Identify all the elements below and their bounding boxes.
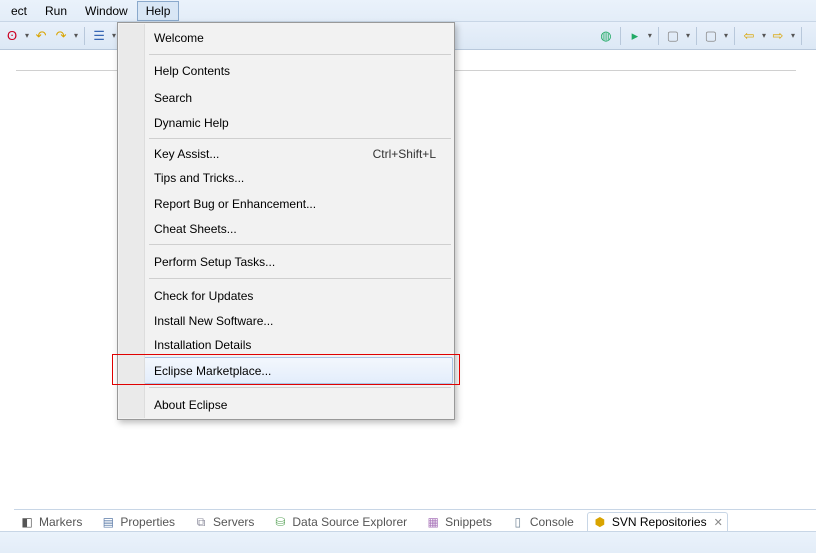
menu-item-tips-tricks[interactable]: Tips and Tricks... [119,166,453,190]
back-icon[interactable]: ⇦ [741,28,757,44]
tab-svn-repositories[interactable]: ⬢ SVN Repositories ✕ [587,512,728,532]
menu-item-installation-details[interactable]: Installation Details [119,333,453,357]
menu-item-search[interactable]: ✦ Search [119,84,453,111]
close-icon[interactable]: ✕ [714,516,723,529]
menu-item-perform-setup[interactable]: ✦ Perform Setup Tasks... [119,248,453,275]
menubar-item-window[interactable]: Window [76,1,137,21]
menu-separator [149,138,451,139]
list-icon[interactable]: ☰ [91,28,107,44]
menu-item-report-bug[interactable]: ✱ Report Bug or Enhancement... [119,190,453,217]
menu-item-install-software[interactable]: Install New Software... [119,309,453,333]
forward-icon[interactable]: ⇨ [770,28,786,44]
datasource-icon: ⛁ [272,514,288,530]
tab-console[interactable]: ▯ Console [505,512,579,532]
servers-icon: ⧉ [193,514,209,530]
menu-item-welcome[interactable]: ✳ Welcome [119,24,453,51]
properties-icon: ▤ [100,514,116,530]
tab-snippets[interactable]: ▦ Snippets [420,512,497,532]
bottom-view-tabs: ◧ Markers ▤ Properties ⧉ Servers ⛁ Data … [14,509,816,531]
markers-icon: ◧ [19,514,35,530]
menu-item-key-assist[interactable]: Key Assist... Ctrl+Shift+L [119,142,453,166]
snippets-icon: ▦ [425,514,441,530]
menu-item-help-contents[interactable]: ? Help Contents [119,58,453,84]
menu-item-about-eclipse[interactable]: ◉ About Eclipse [119,391,453,418]
debug-icon[interactable]: ʘ [4,28,20,44]
menubar: ect Run Window Help [0,0,816,22]
help-menu-dropdown: ✳ Welcome ? Help Contents ✦ Search Dynam… [117,22,455,420]
menu-item-eclipse-marketplace[interactable]: ⬢ Eclipse Marketplace... [119,357,453,384]
menu-item-cheat-sheets[interactable]: Cheat Sheets... [119,217,453,241]
menu-item-dynamic-help[interactable]: Dynamic Help [119,111,453,135]
menu-item-check-updates[interactable]: ✦ Check for Updates [119,282,453,309]
console-icon: ▯ [510,514,526,530]
menubar-item-run[interactable]: Run [36,1,76,21]
menu-separator [149,54,451,55]
tab-markers[interactable]: ◧ Markers [14,512,87,532]
tab-servers[interactable]: ⧉ Servers [188,512,259,532]
tab-properties[interactable]: ▤ Properties [95,512,180,532]
open-type-icon[interactable]: ▢ [703,28,719,44]
menubar-item-project[interactable]: ect [2,1,36,21]
new-file-icon[interactable]: ▢ [665,28,681,44]
tab-data-source-explorer[interactable]: ⛁ Data Source Explorer [267,512,412,532]
statusbar [0,531,816,553]
globe-icon[interactable]: ◍ [598,28,614,44]
menu-separator [149,244,451,245]
menubar-item-help[interactable]: Help [137,1,180,21]
svn-icon: ⬢ [592,514,608,530]
menu-separator [149,387,451,388]
undo-icon[interactable]: ↶ [33,28,49,44]
menu-separator [149,278,451,279]
run-ext-icon[interactable]: ▸ [627,28,643,44]
redo-icon[interactable]: ↷ [53,28,69,44]
